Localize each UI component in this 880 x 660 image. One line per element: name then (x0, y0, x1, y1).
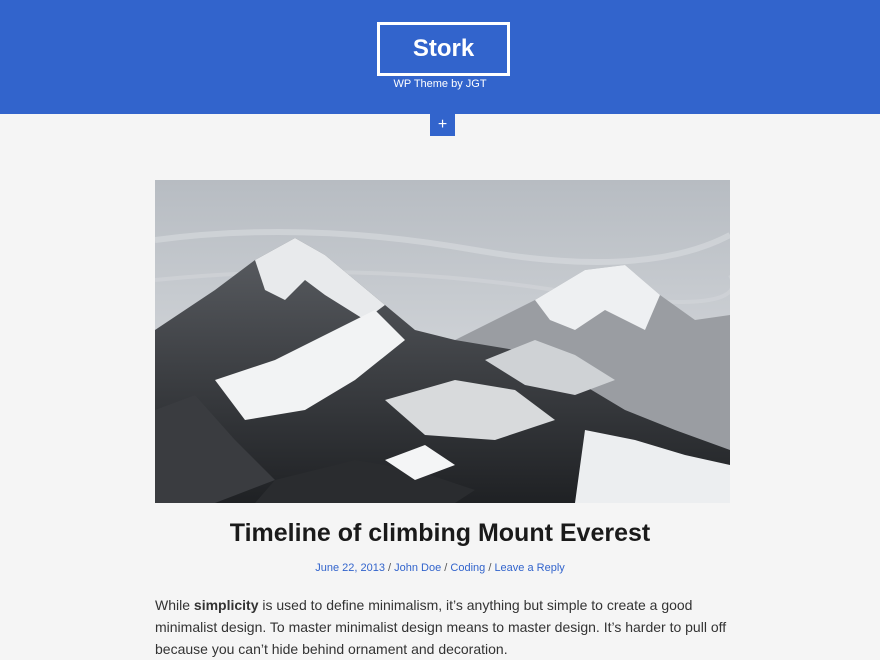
site-header: Stork WP Theme by JGT (0, 0, 880, 114)
post-paragraph: While simplicity is used to define minim… (155, 594, 730, 660)
paragraph-bold-text: simplicity (193, 597, 259, 613)
meta-separator: / (384, 562, 395, 574)
post-author-link[interactable]: John Doe (394, 562, 441, 574)
post-title[interactable]: Timeline of climbing Mount Everest (0, 519, 880, 548)
post-meta: June 22, 2013 / John Doe / Coding / Leav… (0, 562, 880, 574)
featured-image (155, 180, 730, 503)
post-category-link[interactable]: Coding (450, 562, 485, 574)
site-title: Stork (412, 35, 475, 62)
site-tagline: WP Theme by JGT (393, 78, 487, 90)
post-content: While simplicity is used to define minim… (155, 594, 730, 660)
site-title-link[interactable]: Stork (377, 22, 510, 76)
menu-toggle-button[interactable]: + (430, 114, 455, 136)
leave-reply-link[interactable]: Leave a Reply (494, 562, 564, 574)
plus-icon: + (437, 116, 448, 133)
paragraph-text: While (155, 597, 194, 613)
post-date-link[interactable]: June 22, 2013 (315, 562, 385, 574)
mountain-photo-icon (155, 180, 730, 503)
